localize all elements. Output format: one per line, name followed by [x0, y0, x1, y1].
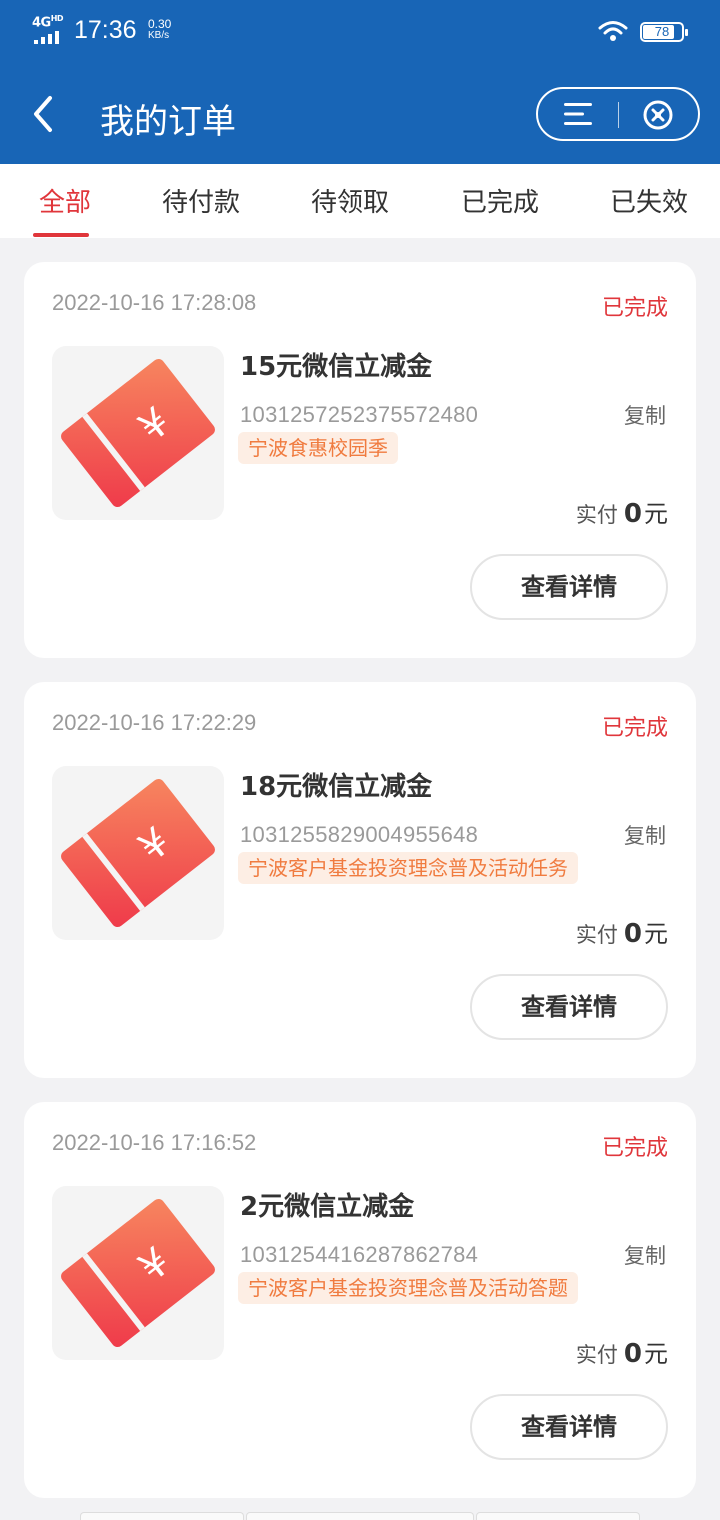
battery-level: 78	[654, 24, 670, 39]
battery-icon: 78	[640, 22, 688, 42]
copy-button[interactable]: 复制	[624, 820, 666, 850]
status-bar: 4GHD 17:36 0.30 KB/s 78	[0, 0, 720, 64]
tab-all[interactable]: 全部	[39, 182, 91, 219]
network-hd: HD	[50, 14, 64, 23]
speed-value: 0.30	[148, 17, 172, 31]
coupon-thumbnail: ¥	[52, 346, 224, 520]
chevron-left-icon[interactable]	[24, 92, 64, 136]
next-card-peek	[246, 1512, 474, 1520]
coupon-ticket-icon: ¥	[61, 1198, 215, 1348]
coupon-name: 18元微信立减金	[240, 772, 433, 802]
order-status: 已完成	[601, 716, 668, 741]
active-tab-indicator	[33, 233, 89, 237]
order-status: 已完成	[601, 1136, 668, 1161]
tab-expired[interactable]: 已失效	[610, 182, 688, 219]
view-details-button[interactable]: 查看详情	[470, 554, 668, 620]
wifi-icon	[598, 21, 628, 41]
speed-unit: KB/s	[148, 30, 170, 41]
order-time: 2022-10-16 17:16:52	[52, 1130, 257, 1155]
view-details-button[interactable]: 查看详情	[470, 974, 668, 1040]
order-time: 2022-10-16 17:28:08	[52, 290, 257, 315]
paid-unit: 元	[644, 500, 668, 528]
close-circle-icon[interactable]	[642, 99, 674, 131]
coupon-thumbnail: ¥	[52, 1186, 224, 1360]
order-card: 2022-10-16 17:16:52 已完成 ¥ 2元微信立减金 103125…	[24, 1102, 696, 1498]
page-header: 我的订单	[0, 64, 720, 164]
paid-label: 实付	[575, 923, 618, 947]
status-time: 17:36	[74, 16, 137, 44]
paid-unit: 元	[644, 1340, 668, 1368]
menu-icon[interactable]	[562, 101, 594, 127]
miniprogram-capsule	[536, 87, 700, 141]
order-card: 2022-10-16 17:28:08 已完成 ¥ 15元微信立减金 10312…	[24, 262, 696, 658]
order-status: 已完成	[601, 296, 668, 321]
paid-label: 实付	[575, 503, 618, 527]
paid-amount: 实付 0元	[576, 1334, 668, 1369]
cellular-signal-icon: 4GHD	[32, 14, 68, 44]
coupon-name: 15元微信立减金	[240, 352, 433, 382]
order-card: 2022-10-16 17:22:29 已完成 ¥ 18元微信立减金 10312…	[24, 682, 696, 1078]
paid-value: 0	[623, 499, 642, 529]
paid-amount: 实付 0元	[576, 494, 668, 529]
copy-button[interactable]: 复制	[624, 400, 666, 430]
order-number: 1031257252375572480	[240, 402, 479, 427]
tab-pending-payment[interactable]: 待付款	[162, 182, 240, 219]
capsule-divider	[618, 102, 619, 128]
next-card-peek	[476, 1512, 640, 1520]
activity-tag: 宁波食惠校园季	[238, 432, 398, 464]
coupon-ticket-icon: ¥	[61, 778, 215, 928]
paid-amount: 实付 0元	[576, 914, 668, 949]
network-type: 4G	[32, 15, 51, 31]
order-number: 1031254416287862784	[240, 1242, 479, 1267]
paid-value: 0	[623, 919, 642, 949]
paid-label: 实付	[575, 1343, 618, 1367]
paid-unit: 元	[644, 920, 668, 948]
coupon-name: 2元微信立减金	[240, 1192, 415, 1222]
paid-value: 0	[623, 1339, 642, 1369]
order-time: 2022-10-16 17:22:29	[52, 710, 257, 735]
order-tabs: 全部 待付款 待领取 已完成 已失效	[0, 164, 720, 238]
network-speed: 0.30 KB/s	[148, 18, 171, 42]
view-details-button[interactable]: 查看详情	[470, 1394, 668, 1460]
activity-tag: 宁波客户基金投资理念普及活动答题	[238, 1272, 578, 1304]
page-title: 我的订单	[100, 102, 236, 142]
order-number: 1031255829004955648	[240, 822, 479, 847]
tab-pending-claim[interactable]: 待领取	[311, 182, 389, 219]
next-card-peek	[80, 1512, 244, 1520]
activity-tag: 宁波客户基金投资理念普及活动任务	[238, 852, 578, 884]
tab-completed[interactable]: 已完成	[461, 182, 539, 219]
coupon-thumbnail: ¥	[52, 766, 224, 940]
copy-button[interactable]: 复制	[624, 1240, 666, 1270]
coupon-ticket-icon: ¥	[61, 358, 215, 508]
